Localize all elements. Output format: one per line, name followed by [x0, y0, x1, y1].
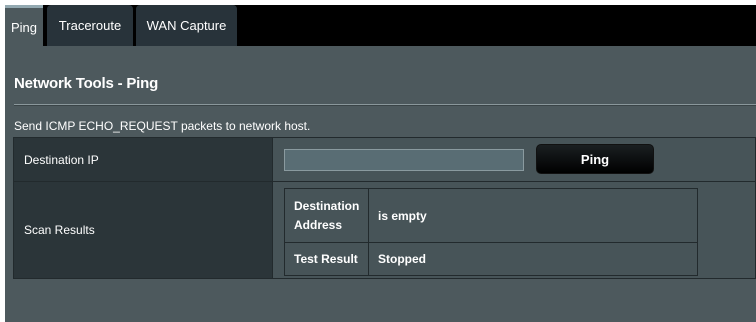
- scan-results-cell: Destination Address is empty Test Result…: [272, 182, 755, 278]
- test-result-value: Stopped: [369, 243, 697, 275]
- test-result-label: Test Result: [285, 243, 368, 275]
- destination-address-label: Destination Address: [285, 189, 368, 242]
- destination-address-label-text: Destination Address: [294, 198, 360, 232]
- app-frame: Ping Traceroute WAN Capture Network Tool…: [0, 0, 756, 322]
- scan-results-table: Destination Address is empty Test Result…: [284, 188, 698, 276]
- tab-ping-label: Ping: [10, 19, 38, 35]
- destination-ip-label: Destination IP: [14, 138, 272, 181]
- destination-address-value: is empty: [369, 189, 697, 242]
- ping-button[interactable]: Ping: [536, 144, 654, 174]
- ping-button-label: Ping: [580, 151, 610, 167]
- column-divider: [272, 138, 273, 278]
- results-col-divider: [368, 189, 369, 275]
- page-title: Network Tools - Ping: [14, 75, 159, 92]
- scan-results-label-text: Scan Results: [24, 223, 95, 237]
- destination-address-value-text: is empty: [378, 208, 427, 223]
- ping-form-table: Destination IP Ping Scan Results Destina…: [13, 137, 756, 279]
- tab-traceroute-label: Traceroute: [58, 18, 122, 33]
- destination-ip-input[interactable]: [284, 149, 524, 171]
- destination-ip-label-text: Destination IP: [24, 152, 99, 167]
- destination-ip-cell: Ping: [272, 138, 755, 181]
- tab-bar: Ping Traceroute WAN Capture: [5, 5, 756, 46]
- scan-results-label: Scan Results: [14, 182, 272, 278]
- tab-wan-capture[interactable]: WAN Capture: [136, 5, 237, 46]
- tab-traceroute[interactable]: Traceroute: [47, 5, 133, 46]
- page-description: Send ICMP ECHO_REQUEST packets to networ…: [14, 119, 311, 133]
- test-result-value-text: Stopped: [378, 252, 426, 266]
- title-divider-shadow: [14, 105, 756, 106]
- test-result-label-text: Test Result: [294, 251, 358, 266]
- tab-wan-capture-label: WAN Capture: [146, 18, 227, 33]
- tab-ping[interactable]: Ping: [5, 5, 43, 46]
- main-panel: Network Tools - Ping Send ICMP ECHO_REQU…: [5, 46, 756, 322]
